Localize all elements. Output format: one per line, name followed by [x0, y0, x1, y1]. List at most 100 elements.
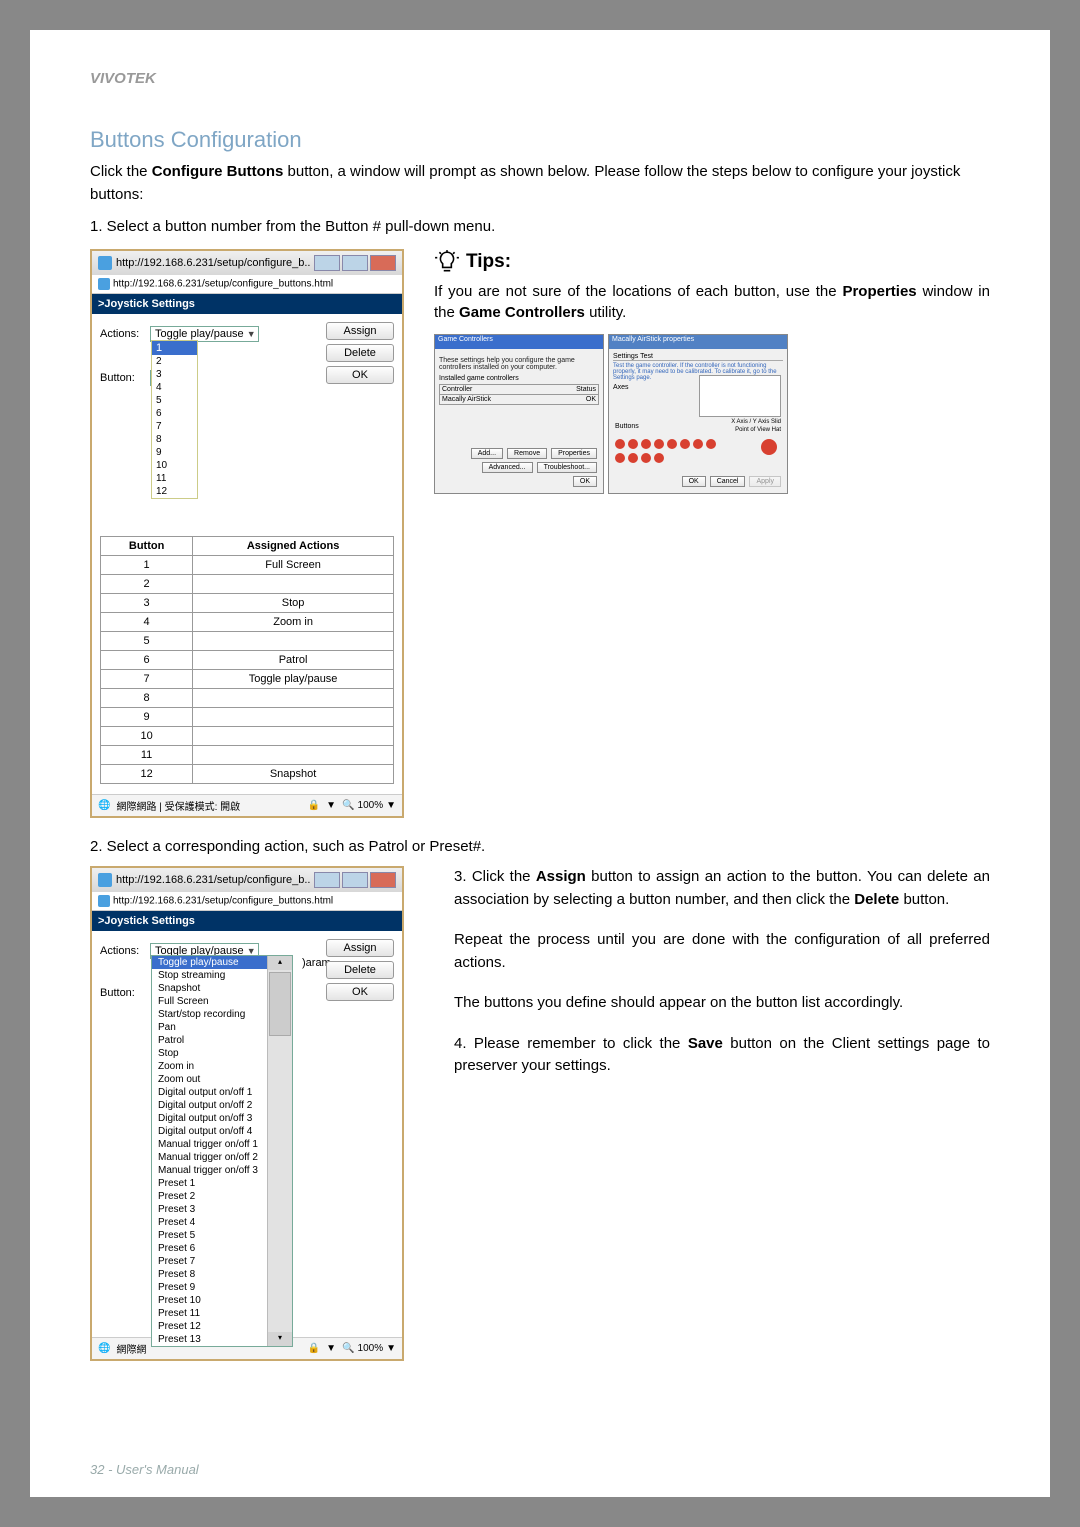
delete-button[interactable]: Delete — [326, 961, 394, 979]
zoom-control[interactable]: 🔍 100% ▼ — [342, 800, 396, 811]
table-row: 12 — [51, 1298, 100, 1317]
table-row: 2 — [101, 574, 394, 593]
gc-advanced-button[interactable]: Advanced... — [482, 462, 533, 473]
step-4: 4. Please remember to click the Save but… — [454, 1033, 990, 1078]
panel-title: >Joystick Settings — [92, 911, 402, 931]
ok-button[interactable]: OK — [326, 366, 394, 384]
table-row: 6 — [51, 1184, 100, 1203]
step-3: 3. Click the Assign button to assign an … — [454, 866, 990, 911]
game-controllers-screenshot: Game Controllers These settings help you… — [434, 334, 990, 494]
joystick-window-1: http://192.168.6.231/setup/configure_b..… — [90, 249, 404, 818]
table-row: 9 — [51, 1241, 100, 1260]
table-row: 7 — [51, 1203, 100, 1222]
table-row: 5 — [101, 631, 394, 650]
button-label: Button: — [100, 372, 150, 384]
maximize-button[interactable] — [342, 872, 368, 888]
columns-2: http://192.168.6.231/setup/configure_b..… — [90, 866, 990, 1361]
tips-text: If you are not sure of the locations of … — [434, 281, 990, 325]
assign-button[interactable]: Assign — [326, 322, 394, 340]
brand: VIVOTEK — [90, 70, 990, 87]
table-row: 2 — [51, 1108, 100, 1127]
lightbulb-icon — [434, 249, 460, 275]
step-3-p2: Repeat the process until you are done wi… — [454, 929, 990, 974]
panel-body: Actions: Toggle play/pause▼ Button: 1▼ 1… — [92, 314, 402, 794]
step-3-p3: The buttons you define should appear on … — [454, 992, 990, 1015]
table-row: 7Toggle play/pause — [101, 669, 394, 688]
table-row: 1 — [51, 1089, 100, 1108]
gc-ok-button[interactable]: OK — [573, 476, 597, 487]
zoom-control[interactable]: 🔍 100% ▼ — [342, 1343, 396, 1354]
table-row: 8 — [51, 1222, 100, 1241]
table-row: 8 — [101, 688, 394, 707]
gc-properties-button[interactable]: Properties — [551, 448, 597, 459]
maximize-button[interactable] — [342, 255, 368, 271]
page-icon — [98, 895, 110, 907]
table-row: 10 — [101, 726, 394, 745]
address-bar[interactable]: http://192.168.6.231/setup/configure_but… — [92, 892, 402, 911]
button-label: Button: — [100, 987, 150, 999]
status-bar: 🌐 網際網路 | 受保護模式: 開啟 🔒 ▼ 🔍 100% ▼ — [92, 794, 402, 816]
props-ok-button[interactable]: OK — [682, 476, 706, 487]
tips-heading: Tips: — [434, 249, 990, 275]
delete-button[interactable]: Delete — [326, 344, 394, 362]
table-row: 12Snapshot — [101, 764, 394, 783]
table-row: 11 — [101, 745, 394, 764]
assign-button[interactable]: Assign — [326, 939, 394, 957]
panel-body: Actions: Toggle play/pause▼ )aram Button… — [92, 931, 402, 1337]
security-icon: 🔒 — [308, 800, 320, 811]
table-row: 6Patrol — [101, 650, 394, 669]
ie-icon — [98, 873, 112, 887]
props-cancel-button[interactable]: Cancel — [710, 476, 746, 487]
page-footer: 32 - User's Manual — [90, 1462, 199, 1477]
button-dropdown-open[interactable]: 1 2 3 4 5 6 7 8 9 10 11 12 — [151, 340, 198, 499]
game-controllers-window: Game Controllers These settings help you… — [434, 334, 604, 494]
window-titlebar: http://192.168.6.231/setup/configure_b..… — [92, 868, 402, 892]
window-titlebar: http://192.168.6.231/setup/configure_b..… — [92, 251, 402, 275]
step-2: 2. Select a corresponding action, such a… — [90, 836, 990, 859]
actions-label: Actions: — [100, 945, 150, 957]
actions-dropdown-open[interactable]: Toggle play/pause Stop streaming Snapsho… — [151, 955, 293, 1347]
table-row: 3 — [51, 1127, 100, 1146]
tips-block: Tips: If you are not sure of the locatio… — [434, 249, 990, 495]
close-button[interactable] — [370, 872, 396, 888]
scrollbar[interactable]: ▴▾ — [267, 956, 292, 1346]
table-row: 3Stop — [101, 593, 394, 612]
internet-icon: 🌐 — [98, 1343, 110, 1354]
assigned-actions-table: ButtonAssigned Actions 1Full Screen 2 3S… — [100, 536, 394, 784]
security-icon: 🔒 — [308, 1343, 320, 1354]
actions-label: Actions: — [100, 328, 150, 340]
page-icon — [98, 278, 110, 290]
intro-paragraph: Click the Configure Buttons button, a wi… — [90, 161, 990, 206]
axis-display — [699, 375, 781, 417]
table-row: 10 — [51, 1260, 100, 1279]
table-row: 4 — [51, 1146, 100, 1165]
gc-remove-button[interactable]: Remove — [507, 448, 547, 459]
minimize-button[interactable] — [314, 255, 340, 271]
gc-add-button[interactable]: Add... — [471, 448, 503, 459]
table-row: 1Full Screen — [101, 555, 394, 574]
table-row: 9 — [101, 707, 394, 726]
table-row: 11 — [51, 1279, 100, 1298]
page: VIVOTEK Buttons Configuration Click the … — [30, 30, 1050, 1497]
ok-button[interactable]: OK — [326, 983, 394, 1001]
window-controls — [314, 255, 396, 271]
panel-title: >Joystick Settings — [92, 294, 402, 314]
address-bar[interactable]: http://192.168.6.231/setup/configure_but… — [92, 275, 402, 294]
section-title: Buttons Configuration — [90, 127, 990, 153]
controller-properties-window: Macally AirStick properties Settings Tes… — [608, 334, 788, 494]
chevron-down-icon: ▼ — [247, 329, 256, 339]
minimize-button[interactable] — [314, 872, 340, 888]
table-row: 4Zoom in — [101, 612, 394, 631]
ie-icon — [98, 256, 112, 270]
table-row: 5 — [51, 1165, 100, 1184]
columns-1: http://192.168.6.231/setup/configure_b..… — [90, 249, 990, 818]
gc-troubleshoot-button[interactable]: Troubleshoot... — [537, 462, 597, 473]
internet-icon: 🌐 — [98, 800, 110, 811]
right-steps: 3. Click the Assign button to assign an … — [434, 866, 990, 1096]
assigned-actions-table: Button 1 2 3 4 5 6 7 8 9 10 11 12 — [50, 1069, 100, 1317]
title-url: http://192.168.6.231/setup/configure_b..… — [116, 257, 310, 269]
pov-knob — [761, 439, 777, 455]
joystick-window-2: http://192.168.6.231/setup/configure_b..… — [90, 866, 404, 1361]
close-button[interactable] — [370, 255, 396, 271]
step-1: 1. Select a button number from the Butto… — [90, 216, 990, 239]
